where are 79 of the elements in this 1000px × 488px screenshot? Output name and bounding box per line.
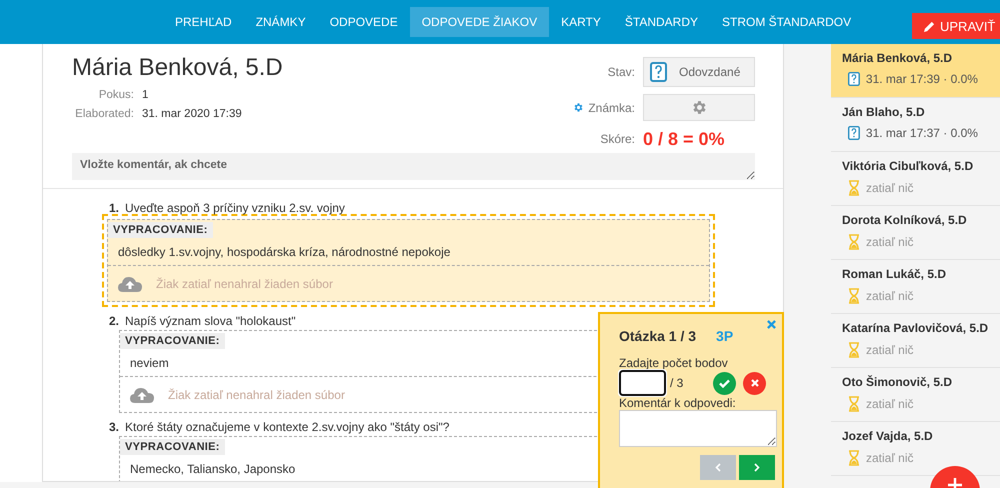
question-number: 2. <box>108 314 119 329</box>
detail-value: 1 <box>142 88 148 103</box>
max-points: / 3 <box>670 376 684 390</box>
student-item[interactable]: Katarína Pavlovičová, 5.D zatiaľ nič <box>831 314 1000 368</box>
student-item[interactable]: Roman Lukáč, 5.D zatiaľ nič <box>831 260 1000 314</box>
comment-label: Komentár k odpovedi: <box>619 396 737 410</box>
hourglass-icon <box>848 342 860 358</box>
points-input[interactable] <box>619 370 666 396</box>
student-item-status: 31. mar 17:39 · 0.0% <box>866 72 978 86</box>
student-item-status: zatiaľ nič <box>866 289 914 303</box>
comment-field[interactable] <box>619 410 777 447</box>
cross-icon <box>750 379 759 387</box>
chevron-right-icon <box>754 463 760 472</box>
answer-text: dôsledky 1.sv.vojny, hospodárska kríza, národnostné nepokoje <box>117 244 452 261</box>
close-icon[interactable] <box>767 320 776 329</box>
points-value: 3P <box>716 328 734 344</box>
plus-icon <box>948 478 962 488</box>
settings-icon <box>573 102 584 114</box>
answer-text: Nemecko, Taliansko, Japonsko <box>129 461 296 478</box>
confirm-button[interactable] <box>713 372 736 394</box>
answer-label: VYPRACOVANIE: <box>108 222 213 238</box>
hourglass-icon <box>848 288 860 304</box>
grade-label: Známka: <box>588 100 635 115</box>
comment-field[interactable]: Vložte komentár, ak chcete <box>72 153 755 180</box>
student-item-status: zatiaľ nič <box>866 343 914 357</box>
question-book-icon <box>848 72 860 86</box>
student-item-name: Dorota Kolníková, 5.D <box>842 213 968 227</box>
question-book-icon <box>650 62 667 82</box>
student-item-name: Roman Lukáč, 5.D <box>842 267 948 281</box>
student-item[interactable]: Oto Šimonovič, 5.D zatiaľ nič <box>831 368 1000 422</box>
answer-label: VYPRACOVANIE: <box>120 333 225 349</box>
student-item[interactable]: Mária Benková, 5.D 31. mar 17:39 · 0.0% <box>831 44 1000 98</box>
detail-label: Elaborated: <box>74 107 134 122</box>
hourglass-icon <box>848 180 860 196</box>
student-item-name: Ján Blaho, 5.D <box>842 105 926 119</box>
upload-cloud-icon <box>118 274 142 292</box>
hourglass-icon <box>848 396 860 412</box>
status-field: Odovzdané <box>643 57 755 88</box>
student-item[interactable]: Dorota Kolníková, 5.D zatiaľ nič <box>831 206 1000 260</box>
detail-value: 31. mar 2020 17:39 <box>142 107 242 122</box>
student-item-status: zatiaľ nič <box>866 397 914 411</box>
student-item[interactable]: Viktória Cibuľková, 5.D zatiaľ nič <box>831 152 1000 206</box>
student-item-status: zatiaľ nič <box>866 451 914 465</box>
grade-button[interactable] <box>643 94 755 122</box>
hourglass-icon <box>848 234 860 250</box>
question-number: 3. <box>108 420 119 435</box>
student-item[interactable]: Ján Blaho, 5.D 31. mar 17:37 · 0.0% <box>831 98 1000 152</box>
question-number: 1. <box>108 201 119 216</box>
points-label: Zadajte počet bodov <box>619 356 729 370</box>
upload-cloud-icon <box>130 386 154 404</box>
detail-label: Pokus: <box>98 88 134 103</box>
student-name: Mária Benková, 5.D <box>72 54 283 82</box>
student-item-status: zatiaľ nič <box>866 235 914 249</box>
settings-icon <box>690 99 708 116</box>
score-label: Skóre: <box>599 132 635 146</box>
student-item-name: Katarína Pavlovičová, 5.D <box>842 321 990 335</box>
question-text: Uveďte aspoň 3 príčiny vzniku 2.sv. vojny <box>125 201 345 216</box>
upload-status: Žiak zatiaľ nenahral žiaden súbor <box>168 388 345 402</box>
upload-status: Žiak zatiaľ nenahral žiaden súbor <box>156 276 333 290</box>
student-item-status: 31. mar 17:37 · 0.0% <box>866 126 978 140</box>
check-icon <box>719 378 730 388</box>
status-label: Stav: <box>606 65 635 80</box>
hourglass-icon <box>848 450 860 466</box>
pencil-icon <box>924 20 935 32</box>
student-item-status: zatiaľ nič <box>866 181 914 195</box>
student-item-name: Viktória Cibuľková, 5.D <box>842 159 974 173</box>
reject-button[interactable] <box>743 372 766 394</box>
student-item-name: Oto Šimonovič, 5.D <box>842 375 954 389</box>
edit-button[interactable]: UPRAVIŤ <box>912 13 1000 39</box>
question-text: Napíš význam slova "holokaust" <box>125 314 296 329</box>
answer-text: neviem <box>129 355 170 372</box>
student-item-name: Jozef Vajda, 5.D <box>842 429 934 443</box>
answer-label: VYPRACOVANIE: <box>120 439 225 455</box>
popup-title: Otázka 1 / 3 <box>619 328 696 344</box>
score-value: 0 / 8 = 0% <box>643 128 726 150</box>
question-book-icon <box>848 126 860 140</box>
chevron-left-icon <box>715 463 721 472</box>
question-text: Ktoré štáty označujeme v kontexte 2.sv.vojny ako "štáty osi"? <box>125 420 450 435</box>
student-item-name: Mária Benková, 5.D <box>842 51 954 65</box>
